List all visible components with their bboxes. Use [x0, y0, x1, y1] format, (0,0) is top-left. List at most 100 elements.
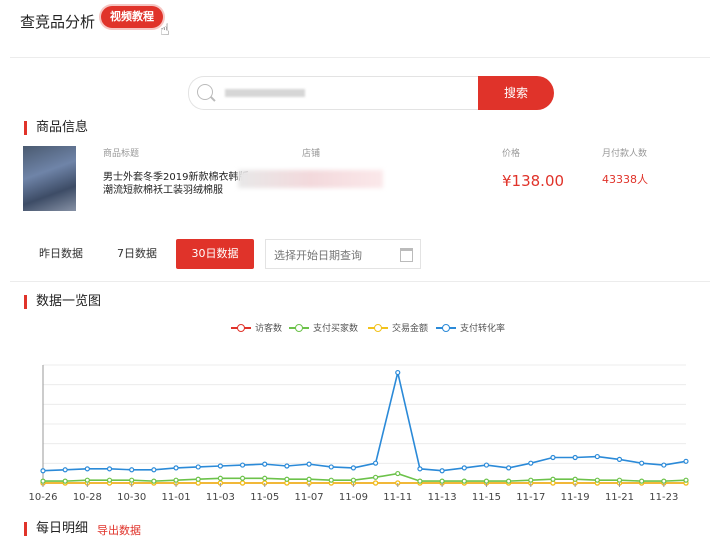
monthly-buyers: 43338人	[602, 173, 648, 186]
product-title[interactable]: 男士外套冬季2019新款棉衣韩版潮流短款棉袄工装羽绒棉服	[103, 171, 253, 197]
col-header-price: 价格	[502, 149, 521, 159]
search-icon	[197, 84, 213, 100]
data-point	[572, 454, 578, 461]
data-point	[151, 467, 157, 473]
product-thumbnail[interactable]	[23, 146, 76, 211]
data-point	[372, 460, 379, 466]
data-point	[40, 468, 46, 474]
data-point	[84, 477, 90, 483]
legend-label: 访客数	[255, 324, 283, 334]
data-point	[439, 468, 445, 474]
data-point	[306, 476, 312, 482]
data-point	[129, 477, 135, 483]
date-picker[interactable]	[265, 239, 421, 270]
x-tick-label: 11-13	[428, 492, 457, 503]
data-point	[572, 476, 578, 482]
data-point	[395, 470, 401, 477]
data-point	[594, 453, 600, 460]
data-point	[62, 467, 68, 473]
data-point	[129, 467, 135, 473]
calendar-icon[interactable]	[400, 248, 413, 262]
data-point	[262, 475, 268, 481]
data-point	[106, 466, 113, 472]
col-header-buyers: 月付款人数	[602, 149, 648, 159]
page-header: 查竞品分析 视频教程 ☝	[0, 0, 720, 48]
data-point	[195, 476, 201, 482]
search-query-redacted	[225, 89, 305, 97]
data-point	[616, 456, 623, 463]
col-header-title: 商品标题	[103, 149, 140, 159]
legend-marker-icon	[231, 323, 251, 333]
x-tick-label: 10-26	[28, 492, 57, 503]
data-point	[683, 477, 689, 483]
data-point	[372, 474, 379, 480]
data-point	[639, 460, 645, 466]
data-point	[173, 465, 179, 471]
x-tick-label: 10-30	[117, 492, 146, 503]
data-point	[461, 478, 467, 484]
data-point	[62, 478, 68, 484]
tab-yesterday[interactable]: 昨日数据	[28, 239, 94, 269]
x-tick-label: 11-17	[516, 492, 545, 503]
data-point	[372, 480, 379, 486]
trend-chart: 10-26 10-28 10-30 11-01 11-03 11-05 11-07 11-09…	[28, 364, 689, 503]
legend-marker-icon	[289, 323, 309, 333]
data-point	[550, 454, 556, 461]
date-input[interactable]	[272, 240, 396, 270]
data-point	[239, 480, 246, 486]
x-tick-label: 11-07	[295, 492, 324, 503]
page-title: 查竞品分析	[20, 13, 96, 31]
series-line-3	[42, 372, 687, 472]
daily-detail-title: 每日明细	[24, 522, 88, 536]
col-header-shop: 店铺	[302, 149, 321, 159]
legend-label: 交易金额	[392, 324, 429, 334]
data-point	[506, 478, 512, 484]
data-point	[84, 466, 90, 472]
data-point	[350, 477, 357, 483]
x-tick-label: 11-19	[561, 492, 590, 503]
data-point	[284, 476, 290, 482]
data-point	[395, 369, 401, 376]
data-point	[483, 462, 490, 468]
data-point	[195, 464, 201, 470]
data-point	[173, 477, 179, 483]
data-point	[106, 477, 113, 483]
chart-x-ticks: 10-26 10-28 10-30 11-01 11-03 11-05 11-07 11-09…	[28, 483, 678, 503]
legend-marker-icon	[368, 323, 388, 333]
export-data-link[interactable]: 导出数据	[97, 522, 141, 538]
tab-30-days[interactable]: 30日数据	[176, 239, 254, 269]
x-tick-label: 11-11	[383, 492, 412, 503]
x-tick-label: 11-09	[339, 492, 368, 503]
x-tick-label: 11-03	[206, 492, 235, 503]
x-tick-label: 11-23	[649, 492, 678, 503]
x-tick-label: 11-21	[605, 492, 634, 503]
series-line-1	[43, 472, 687, 482]
legend-marker-icon	[436, 323, 456, 333]
data-point	[350, 465, 357, 471]
tab-7-days[interactable]: 7日数据	[104, 239, 170, 269]
data-point	[594, 477, 600, 483]
data-point	[683, 458, 689, 464]
data-point	[40, 478, 46, 484]
data-point	[328, 464, 334, 470]
data-point	[616, 477, 623, 483]
video-tutorial-badge[interactable]: 视频教程	[101, 6, 163, 28]
data-point	[262, 461, 268, 467]
data-point	[506, 465, 512, 471]
data-point	[461, 465, 467, 471]
data-point	[550, 476, 556, 482]
data-point	[439, 478, 445, 484]
data-point	[417, 466, 423, 472]
data-point	[528, 477, 534, 483]
x-tick-label: 11-15	[472, 492, 501, 503]
chart-section-title: 数据一览图	[24, 295, 101, 309]
search-button[interactable]: 搜索	[478, 76, 554, 110]
hand-cursor-icon: ☝	[160, 20, 170, 39]
data-point	[661, 478, 667, 484]
product-section-title: 商品信息	[24, 121, 88, 135]
data-point	[306, 461, 312, 467]
legend-label: 支付买家数	[313, 324, 359, 334]
data-point	[417, 478, 423, 484]
shop-name-redacted	[238, 170, 383, 188]
data-point	[151, 478, 157, 484]
